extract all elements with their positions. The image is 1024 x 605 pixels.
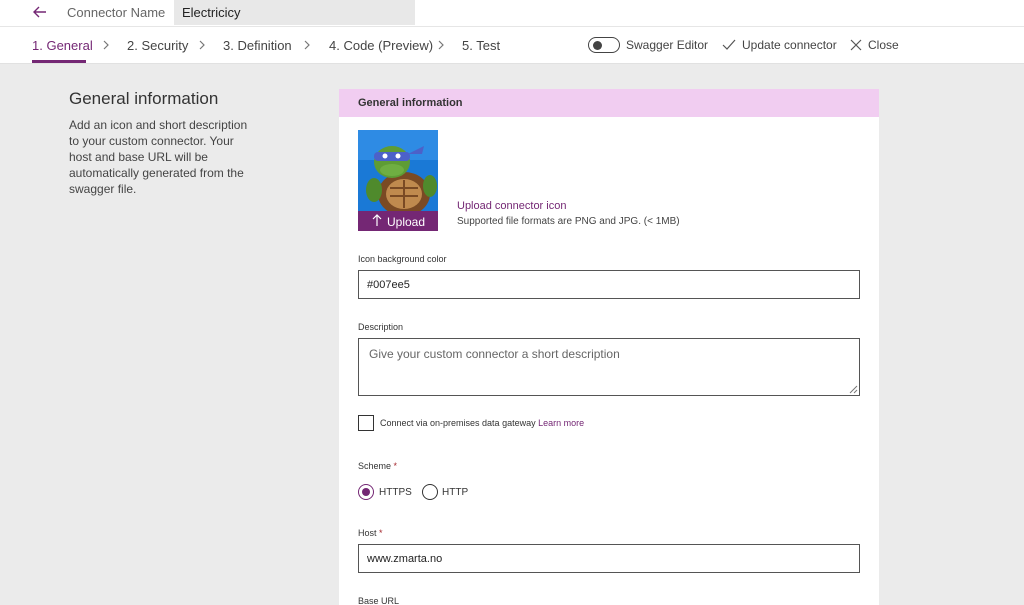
tab-security[interactable]: 2. Security: [127, 38, 188, 53]
tab-code-preview[interactable]: 4. Code (Preview): [329, 38, 433, 53]
steps-bar: 1. General 2. Security 3. Definition 4. …: [0, 27, 1024, 64]
tab-general[interactable]: 1. General: [32, 38, 93, 53]
gateway-label-text: Connect via on-premises data gateway: [380, 418, 536, 428]
base-url-label: Base URL: [358, 596, 400, 605]
close-icon[interactable]: [850, 39, 862, 51]
connector-icon-preview[interactable]: Upload: [358, 130, 438, 231]
back-arrow-icon[interactable]: [30, 2, 50, 22]
chevron-right-icon: [199, 40, 205, 50]
active-tab-indicator: [32, 60, 86, 63]
tab-test[interactable]: 5. Test: [462, 38, 500, 53]
learn-more-link[interactable]: Learn more: [538, 418, 584, 428]
card-header: General information: [339, 89, 879, 117]
scheme-https-label[interactable]: HTTPS: [379, 487, 412, 498]
upload-format-hint: Supported file formats are PNG and JPG. …: [457, 216, 680, 227]
chevron-right-icon: [438, 40, 444, 50]
scheme-https-radio[interactable]: [358, 484, 374, 500]
section-description: Add an icon and short description to you…: [69, 118, 248, 196]
host-label-text: Host: [358, 528, 377, 538]
icon-background-color-input[interactable]: [358, 270, 860, 299]
checkmark-icon[interactable]: [722, 39, 736, 51]
host-input[interactable]: [358, 544, 860, 573]
upload-connector-icon-link[interactable]: Upload connector icon: [457, 200, 566, 212]
chevron-right-icon: [103, 40, 109, 50]
general-information-card: General information Upload Upload connec…: [339, 89, 879, 605]
close-button[interactable]: Close: [868, 38, 899, 52]
gateway-checkbox[interactable]: [358, 415, 374, 431]
turtle-avatar-icon: [358, 130, 438, 211]
connector-name-input[interactable]: [174, 0, 415, 25]
description-label: Description: [358, 322, 404, 332]
host-label: Host *: [358, 528, 383, 538]
upload-arrow-icon: [372, 214, 382, 226]
radio-selected-dot: [362, 488, 370, 496]
swagger-editor-toggle[interactable]: [588, 37, 620, 53]
section-title: General information: [69, 89, 219, 108]
resize-grip-icon[interactable]: [849, 385, 858, 394]
gateway-checkbox-label: Connect via on-premises data gateway Lea…: [380, 418, 584, 428]
scheme-http-radio[interactable]: [422, 484, 438, 500]
scheme-http-label[interactable]: HTTP: [442, 487, 468, 498]
required-mark: *: [393, 461, 398, 471]
required-mark: *: [379, 528, 383, 538]
scheme-label-text: Scheme: [358, 461, 392, 471]
toggle-knob: [593, 40, 602, 50]
upload-button[interactable]: Upload: [358, 211, 438, 231]
icon-background-color-label: Icon background color: [358, 254, 447, 264]
update-connector-button[interactable]: Update connector: [742, 38, 837, 52]
description-textarea[interactable]: [358, 338, 860, 396]
upload-button-label: Upload: [387, 215, 426, 229]
tab-definition[interactable]: 3. Definition: [223, 38, 292, 53]
scheme-label: Scheme *: [358, 461, 397, 471]
chevron-right-icon: [304, 40, 310, 50]
connector-name-label: Connector Name: [67, 5, 166, 20]
swagger-editor-label[interactable]: Swagger Editor: [626, 38, 708, 52]
top-bar: Connector Name: [0, 0, 1024, 27]
card-header-title: General information: [358, 97, 463, 109]
